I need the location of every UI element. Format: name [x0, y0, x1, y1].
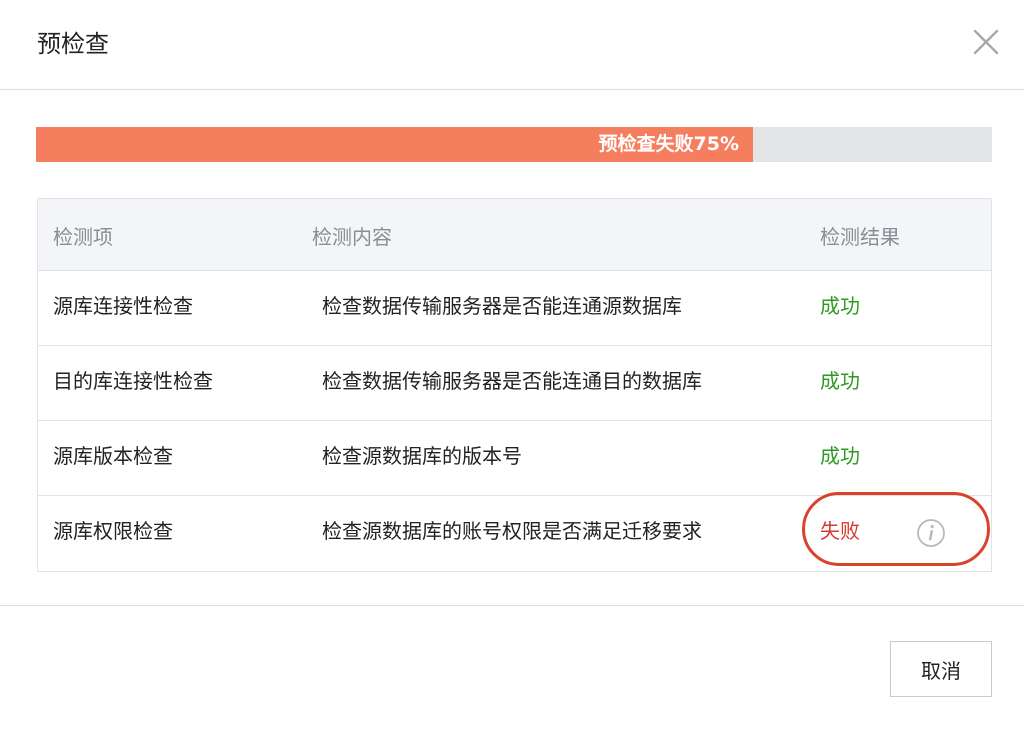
row-content: 检查数据传输服务器是否能连通源数据库 [322, 294, 682, 318]
dialog-header: 预检查 [0, 0, 1024, 90]
row-item: 目的库连接性检查 [53, 369, 213, 393]
row-item: 源库版本检查 [53, 444, 173, 468]
dialog-title: 预检查 [37, 30, 109, 58]
header-item: 检测项 [53, 225, 113, 249]
status-success: 成功 [820, 444, 860, 468]
footer-divider [0, 605, 1024, 606]
precheck-table: 检测项 检测内容 检测结果 源库连接性检查 检查数据传输服务器是否能连通源数据库… [37, 198, 992, 572]
status-success: 成功 [820, 369, 860, 393]
cancel-button[interactable]: 取消 [890, 641, 992, 697]
row-content: 检查源数据库的版本号 [322, 444, 522, 468]
progress-fill: 预检查失败75% [36, 127, 753, 162]
table-row: 源库连接性检查 检查数据传输服务器是否能连通源数据库 成功 [38, 271, 991, 346]
table-row: 源库版本检查 检查源数据库的版本号 成功 [38, 421, 991, 496]
row-content: 检查源数据库的账号权限是否满足迁移要求 [322, 519, 702, 543]
row-item: 源库连接性检查 [53, 294, 193, 318]
progress-bar: 预检查失败75% [36, 127, 992, 162]
table-header: 检测项 检测内容 检测结果 [38, 199, 991, 271]
header-result: 检测结果 [820, 225, 900, 249]
header-content: 检测内容 [312, 225, 392, 249]
status-fail: 失败 [820, 519, 860, 543]
precheck-dialog: 预检查 预检查失败75% 检测项 检测内容 检测结果 源库连接性检查 检查数据传… [0, 0, 1024, 730]
table-row: 源库权限检查 检查源数据库的账号权限是否满足迁移要求 失败 [38, 492, 991, 571]
status-success: 成功 [820, 294, 860, 318]
info-icon[interactable] [916, 518, 946, 548]
progress-label: 预检查失败75% [598, 133, 739, 155]
table-row: 目的库连接性检查 检查数据传输服务器是否能连通目的数据库 成功 [38, 346, 991, 421]
close-icon[interactable] [972, 28, 1000, 56]
row-item: 源库权限检查 [53, 519, 173, 543]
row-content: 检查数据传输服务器是否能连通目的数据库 [322, 369, 702, 393]
